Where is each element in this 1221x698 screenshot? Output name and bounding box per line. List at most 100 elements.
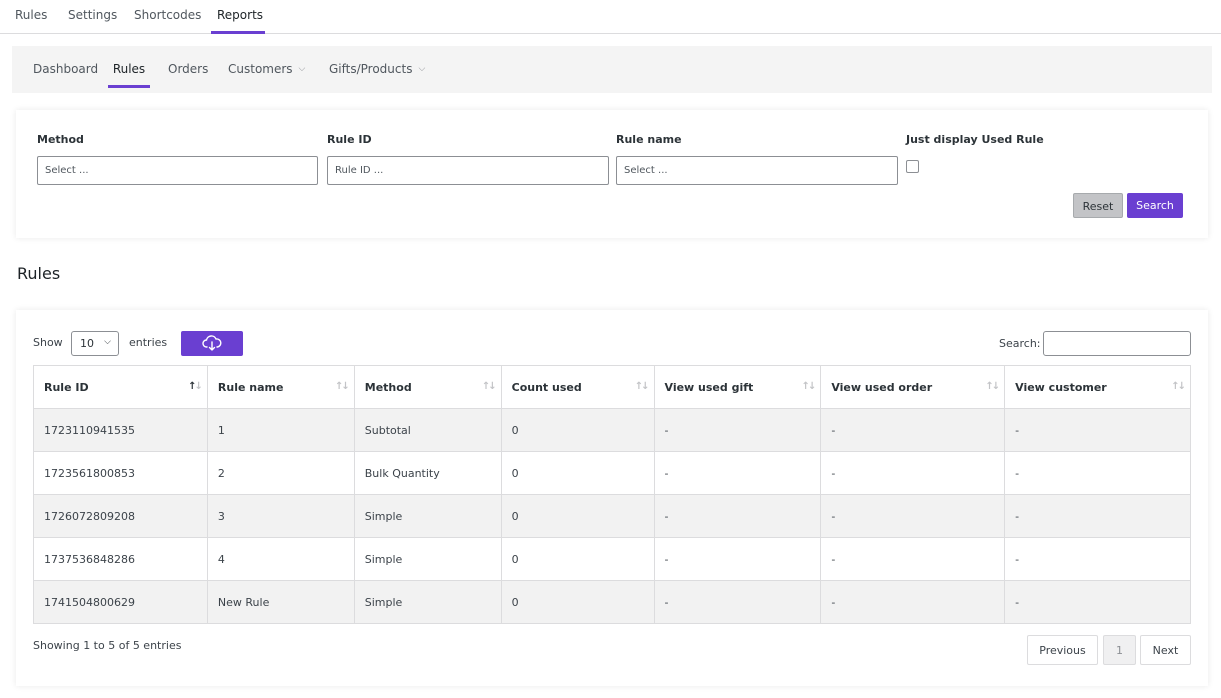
sort-icon: ↑↓ <box>481 381 497 392</box>
cell-view-used-order: - <box>820 494 1006 538</box>
cell-method: Simple <box>353 580 502 624</box>
cell-method: Subtotal <box>353 408 502 452</box>
entries-select[interactable]: 10 ⌵ <box>71 331 119 356</box>
sort-icon: ↑↓ <box>1171 381 1186 392</box>
table-header-row: Rule ID ↑↓ Rule name ↑↓ Method ↑↓ Count use… <box>33 365 1191 409</box>
sort-icon: ↑↓ <box>801 381 817 392</box>
column-header-label: Rule ID <box>44 380 89 394</box>
method-label: Method <box>37 133 84 146</box>
sub-tab-customers-label: Customers <box>228 62 293 76</box>
cell-view-customer: - <box>1004 537 1191 581</box>
table-row: 1737536848286 4 Simple 0 - - - <box>33 537 1191 581</box>
cell-view-customer: - <box>1004 451 1191 495</box>
cell-rule-id: 1741504800629 <box>33 580 208 624</box>
column-header-rule-name[interactable]: Rule name ↑↓ <box>206 365 355 409</box>
cell-view-customer: - <box>1004 408 1191 452</box>
section-title: Rules <box>17 264 61 283</box>
sort-icon: ↑↓ <box>985 381 1000 392</box>
cell-method: Simple <box>353 494 502 538</box>
sub-tab-gifts-products[interactable]: Gifts/Products ⌵ <box>329 46 425 88</box>
used-rule-checkbox[interactable] <box>906 160 919 173</box>
sub-tab-rules[interactable]: Rules <box>108 46 150 88</box>
cell-view-customer: - <box>1004 494 1191 538</box>
sub-tab-gifts-products-label: Gifts/Products <box>329 62 413 76</box>
column-header-method[interactable]: Method ↑↓ <box>353 365 502 409</box>
column-header-label: Count used <box>511 380 582 394</box>
show-label: Show <box>33 336 63 349</box>
page-1-button[interactable]: 1 <box>1103 635 1136 665</box>
chevron-down-icon: ⌵ <box>104 337 111 347</box>
column-header-label: Rule name <box>217 380 284 394</box>
cell-view-used-order: - <box>820 537 1006 581</box>
cell-view-used-gift: - <box>653 451 822 495</box>
cell-method: Bulk Quantity <box>353 451 502 495</box>
cell-count-used: 0 <box>500 408 655 452</box>
used-rule-label: Just display Used Rule <box>906 133 1044 146</box>
cell-view-used-gift: - <box>653 537 822 581</box>
table-row: 1741504800629 New Rule Simple 0 - - - <box>33 580 1191 624</box>
top-tab-rules[interactable]: Rules <box>15 0 47 34</box>
column-header-view-used-order[interactable]: View used order ↑↓ <box>820 365 1006 409</box>
sort-icon: ↑↓ <box>188 381 203 392</box>
column-header-label: Method <box>364 380 412 394</box>
cell-rule-name: New Rule <box>206 580 355 624</box>
cell-rule-name: 2 <box>206 451 355 495</box>
cell-rule-name: 3 <box>206 494 355 538</box>
cell-rule-id: 1723561800853 <box>33 451 208 495</box>
table-info: Showing 1 to 5 of 5 entries <box>33 639 182 652</box>
cell-view-used-gift: - <box>653 580 822 624</box>
sub-tab-customers[interactable]: Customers ⌵ <box>228 46 305 88</box>
cell-count-used: 0 <box>500 494 655 538</box>
rules-table: Rule ID ↑↓ Rule name ↑↓ Method ↑↓ Count use… <box>33 365 1191 624</box>
rule-id-label: Rule ID <box>327 133 372 146</box>
chevron-down-icon: ⌵ <box>418 64 426 74</box>
column-header-count-used[interactable]: Count used ↑↓ <box>500 365 655 409</box>
previous-button[interactable]: Previous <box>1027 635 1098 665</box>
cell-count-used: 0 <box>500 537 655 581</box>
search-button[interactable]: Search <box>1127 193 1183 218</box>
cell-method: Simple <box>353 537 502 581</box>
cell-rule-name: 4 <box>206 537 355 581</box>
top-tab-bar: Rules Settings Shortcodes Reports <box>0 0 1221 34</box>
cell-view-used-order: - <box>820 408 1006 452</box>
chevron-down-icon: ⌵ <box>298 64 306 74</box>
cell-count-used: 0 <box>500 451 655 495</box>
cell-count-used: 0 <box>500 580 655 624</box>
cell-rule-id: 1723110941535 <box>33 408 208 452</box>
cell-view-customer: - <box>1004 580 1191 624</box>
table-row: 1723561800853 2 Bulk Quantity 0 - - - <box>33 451 1191 495</box>
sub-tab-dashboard[interactable]: Dashboard <box>33 46 98 88</box>
search-label: Search: <box>999 337 1041 350</box>
method-select[interactable] <box>37 156 318 185</box>
cloud-download-icon <box>202 335 222 351</box>
rule-name-label: Rule name <box>616 133 682 146</box>
entries-value: 10 <box>80 337 94 350</box>
next-button[interactable]: Next <box>1140 635 1191 665</box>
rule-name-select[interactable] <box>616 156 898 185</box>
column-header-view-used-gift[interactable]: View used gift ↑↓ <box>653 365 822 409</box>
sub-nav: Dashboard Rules Orders Customers ⌵ Gifts/… <box>12 46 1212 93</box>
rule-id-input[interactable] <box>327 156 609 185</box>
top-tab-reports[interactable]: Reports <box>211 0 265 34</box>
column-header-label: View customer <box>1015 380 1107 394</box>
cell-view-used-order: - <box>820 580 1006 624</box>
column-header-rule-id[interactable]: Rule ID ↑↓ <box>33 365 208 409</box>
cell-rule-id: 1726072809208 <box>33 494 208 538</box>
column-header-label: View used order <box>831 380 933 394</box>
cell-view-used-gift: - <box>653 494 822 538</box>
column-header-label: View used gift <box>664 380 754 394</box>
sub-tab-orders[interactable]: Orders <box>168 46 208 88</box>
table-search-input[interactable] <box>1043 331 1191 356</box>
column-header-view-customer[interactable]: View customer ↑↓ <box>1004 365 1191 409</box>
cell-rule-id: 1737536848286 <box>33 537 208 581</box>
download-button[interactable] <box>181 331 243 356</box>
top-tab-settings[interactable]: Settings <box>68 0 117 34</box>
cell-view-used-gift: - <box>653 408 822 452</box>
reset-button[interactable]: Reset <box>1073 193 1123 218</box>
top-tab-shortcodes[interactable]: Shortcodes <box>134 0 201 34</box>
table-row: 1723110941535 1 Subtotal 0 - - - <box>33 408 1191 452</box>
cell-rule-name: 1 <box>206 408 355 452</box>
entries-label: entries <box>129 336 168 349</box>
sort-icon: ↑↓ <box>634 381 650 392</box>
table-row: 1726072809208 3 Simple 0 - - - <box>33 494 1191 538</box>
